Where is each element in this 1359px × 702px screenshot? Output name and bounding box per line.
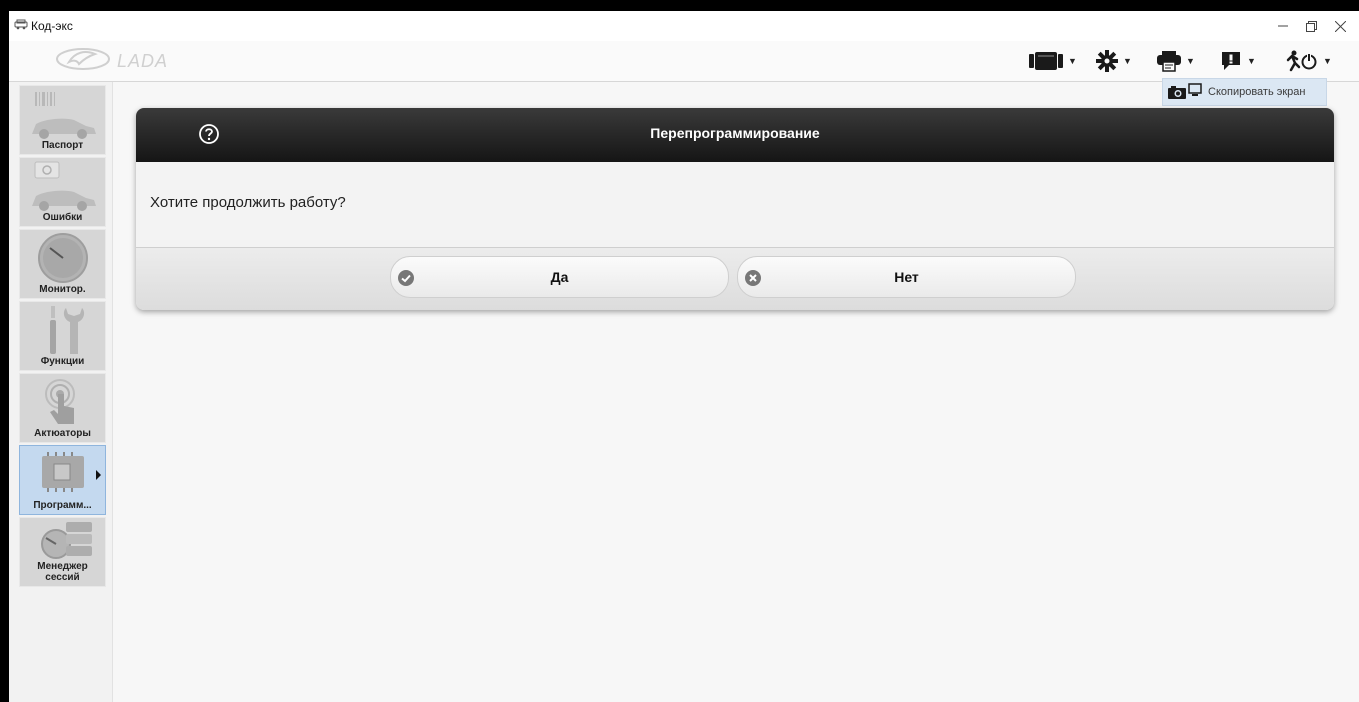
- monitor-icon: [1188, 83, 1202, 96]
- chevron-down-icon: ▼: [1186, 56, 1195, 66]
- sidebar: Паспорт Ошибки Монитор. Функции Актюатор…: [9, 82, 113, 702]
- print-menu[interactable]: ▼: [1157, 49, 1195, 73]
- no-button[interactable]: Нет: [737, 256, 1076, 298]
- chevron-down-icon: ▼: [1323, 56, 1332, 66]
- settings-gear-icon: [1096, 50, 1118, 72]
- sidebar-item-label: Ошибки: [42, 212, 83, 223]
- errors-car-icon: [32, 161, 96, 211]
- close-icon: [1334, 20, 1346, 32]
- brand-logo-text: LADA: [117, 51, 169, 71]
- reprogramming-dialog: Перепрограммирование Хотите продолжить р…: [136, 108, 1334, 310]
- yes-button-label: Да: [550, 269, 569, 285]
- window-title: Код-экс: [31, 19, 73, 33]
- lada-emblem-logo: [56, 48, 110, 70]
- app-window: Код-экс LADA ▼ ▼ ▼ ▼ ▼ Скопировать экран…: [9, 11, 1359, 702]
- exit-menu[interactable]: ▼: [1282, 49, 1332, 73]
- sidebar-item-label: Монитор.: [39, 284, 86, 295]
- chevron-down-icon: ▼: [1247, 56, 1256, 66]
- dialog-title: Перепрограммирование: [650, 125, 820, 141]
- restore-icon: [1305, 20, 1317, 32]
- sidebar-item-actuators[interactable]: Актюаторы: [19, 373, 106, 443]
- info-icon: [1222, 52, 1240, 70]
- label-line: Менеджер: [37, 561, 88, 572]
- copy-screen-label: Скопировать экран: [1208, 86, 1306, 98]
- printer-icon: [1157, 51, 1181, 72]
- yes-button[interactable]: Да: [390, 256, 729, 298]
- touch-hand-icon: [45, 379, 75, 424]
- dialog-message: Хотите продолжить работу?: [150, 194, 346, 211]
- exit-runner-icon: [1286, 50, 1317, 72]
- chevron-down-icon: ▼: [1068, 56, 1077, 66]
- sidebar-item-label: Актюаторы: [34, 428, 91, 439]
- passport-car-icon: [32, 92, 96, 139]
- sidebar-item-label: Функции: [40, 356, 85, 367]
- minimize-icon: [1278, 25, 1288, 27]
- connection-icon: [1029, 52, 1063, 70]
- app-car-icon: [14, 19, 28, 30]
- sidebar-item-label: Менеджер сессий: [20, 561, 105, 583]
- info-menu[interactable]: ▼: [1220, 49, 1256, 73]
- label-line: сессий: [45, 572, 80, 583]
- sidebar-item-label: Программ...: [33, 500, 92, 511]
- sidebar-item-errors[interactable]: Ошибки: [19, 157, 106, 227]
- title-bar: Код-экс: [9, 11, 1359, 41]
- copy-screen-menu-item[interactable]: Скопировать экран: [1162, 78, 1327, 106]
- chip-programming-icon: [42, 452, 101, 492]
- sidebar-item-session-manager[interactable]: Менеджер сессий: [19, 517, 106, 587]
- sidebar-item-monitor[interactable]: Монитор.: [19, 229, 106, 299]
- dialog-header: Перепрограммирование: [136, 108, 1334, 162]
- chevron-down-icon: ▼: [1123, 56, 1132, 66]
- header-bar: LADA ▼ ▼ ▼ ▼ ▼: [9, 41, 1359, 82]
- settings-menu[interactable]: ▼: [1096, 49, 1132, 73]
- camera-icon: [1168, 86, 1186, 99]
- connection-menu[interactable]: ▼: [1029, 49, 1077, 73]
- sidebar-item-label: Паспорт: [41, 140, 84, 151]
- wrench-icon: [50, 306, 85, 354]
- gauge-icon: [38, 233, 88, 283]
- close-button[interactable]: [1321, 11, 1359, 41]
- sidebar-item-passport[interactable]: Паспорт: [19, 85, 106, 155]
- sidebar-item-functions[interactable]: Функции: [19, 301, 106, 371]
- sidebar-item-programming[interactable]: Программ...: [19, 445, 106, 515]
- dialog-footer: Да Нет: [136, 247, 1334, 310]
- no-button-label: Нет: [894, 269, 919, 285]
